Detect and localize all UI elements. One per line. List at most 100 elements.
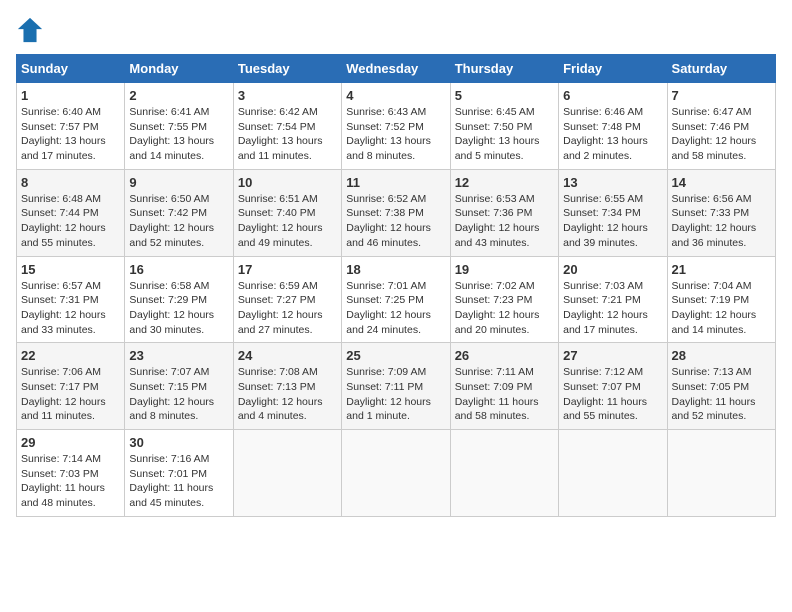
day-info: Sunrise: 7:01 AMSunset: 7:25 PMDaylight:… — [346, 279, 445, 338]
day-info: Sunrise: 6:42 AMSunset: 7:54 PMDaylight:… — [238, 105, 337, 164]
day-info: Sunrise: 7:16 AMSunset: 7:01 PMDaylight:… — [129, 452, 228, 511]
day-number: 27 — [563, 348, 662, 363]
calendar-cell: 17 Sunrise: 6:59 AMSunset: 7:27 PMDaylig… — [233, 256, 341, 343]
calendar-cell — [559, 430, 667, 517]
calendar-cell: 28 Sunrise: 7:13 AMSunset: 7:05 PMDaylig… — [667, 343, 775, 430]
calendar-cell: 14 Sunrise: 6:56 AMSunset: 7:33 PMDaylig… — [667, 169, 775, 256]
day-number: 15 — [21, 262, 120, 277]
day-info: Sunrise: 6:56 AMSunset: 7:33 PMDaylight:… — [672, 192, 771, 251]
calendar-cell: 2 Sunrise: 6:41 AMSunset: 7:55 PMDayligh… — [125, 83, 233, 170]
day-number: 21 — [672, 262, 771, 277]
day-number: 19 — [455, 262, 554, 277]
calendar-cell — [342, 430, 450, 517]
calendar-cell: 22 Sunrise: 7:06 AMSunset: 7:17 PMDaylig… — [17, 343, 125, 430]
calendar-cell: 25 Sunrise: 7:09 AMSunset: 7:11 PMDaylig… — [342, 343, 450, 430]
weekday-header: Tuesday — [233, 55, 341, 83]
day-info: Sunrise: 7:02 AMSunset: 7:23 PMDaylight:… — [455, 279, 554, 338]
day-info: Sunrise: 7:04 AMSunset: 7:19 PMDaylight:… — [672, 279, 771, 338]
day-number: 13 — [563, 175, 662, 190]
day-number: 24 — [238, 348, 337, 363]
day-number: 20 — [563, 262, 662, 277]
day-info: Sunrise: 7:13 AMSunset: 7:05 PMDaylight:… — [672, 365, 771, 424]
calendar-cell: 30 Sunrise: 7:16 AMSunset: 7:01 PMDaylig… — [125, 430, 233, 517]
calendar-cell — [667, 430, 775, 517]
logo-icon — [16, 16, 44, 44]
calendar-cell: 3 Sunrise: 6:42 AMSunset: 7:54 PMDayligh… — [233, 83, 341, 170]
calendar-cell: 1 Sunrise: 6:40 AMSunset: 7:57 PMDayligh… — [17, 83, 125, 170]
day-number: 18 — [346, 262, 445, 277]
calendar-week-row: 8 Sunrise: 6:48 AMSunset: 7:44 PMDayligh… — [17, 169, 776, 256]
day-info: Sunrise: 7:06 AMSunset: 7:17 PMDaylight:… — [21, 365, 120, 424]
day-info: Sunrise: 6:43 AMSunset: 7:52 PMDaylight:… — [346, 105, 445, 164]
weekday-header: Thursday — [450, 55, 558, 83]
calendar-cell — [233, 430, 341, 517]
calendar-cell: 7 Sunrise: 6:47 AMSunset: 7:46 PMDayligh… — [667, 83, 775, 170]
day-number: 5 — [455, 88, 554, 103]
day-number: 28 — [672, 348, 771, 363]
day-number: 10 — [238, 175, 337, 190]
day-info: Sunrise: 6:59 AMSunset: 7:27 PMDaylight:… — [238, 279, 337, 338]
day-info: Sunrise: 7:07 AMSunset: 7:15 PMDaylight:… — [129, 365, 228, 424]
day-info: Sunrise: 6:58 AMSunset: 7:29 PMDaylight:… — [129, 279, 228, 338]
day-number: 25 — [346, 348, 445, 363]
calendar-cell: 29 Sunrise: 7:14 AMSunset: 7:03 PMDaylig… — [17, 430, 125, 517]
calendar-table: SundayMondayTuesdayWednesdayThursdayFrid… — [16, 54, 776, 517]
day-number: 7 — [672, 88, 771, 103]
calendar-cell: 11 Sunrise: 6:52 AMSunset: 7:38 PMDaylig… — [342, 169, 450, 256]
calendar-cell: 9 Sunrise: 6:50 AMSunset: 7:42 PMDayligh… — [125, 169, 233, 256]
calendar-cell: 24 Sunrise: 7:08 AMSunset: 7:13 PMDaylig… — [233, 343, 341, 430]
calendar-cell: 8 Sunrise: 6:48 AMSunset: 7:44 PMDayligh… — [17, 169, 125, 256]
calendar-cell: 19 Sunrise: 7:02 AMSunset: 7:23 PMDaylig… — [450, 256, 558, 343]
calendar-week-row: 22 Sunrise: 7:06 AMSunset: 7:17 PMDaylig… — [17, 343, 776, 430]
day-number: 23 — [129, 348, 228, 363]
day-number: 6 — [563, 88, 662, 103]
day-number: 12 — [455, 175, 554, 190]
calendar-week-row: 1 Sunrise: 6:40 AMSunset: 7:57 PMDayligh… — [17, 83, 776, 170]
calendar-cell: 13 Sunrise: 6:55 AMSunset: 7:34 PMDaylig… — [559, 169, 667, 256]
day-number: 3 — [238, 88, 337, 103]
day-number: 22 — [21, 348, 120, 363]
calendar-week-row: 15 Sunrise: 6:57 AMSunset: 7:31 PMDaylig… — [17, 256, 776, 343]
calendar-cell: 21 Sunrise: 7:04 AMSunset: 7:19 PMDaylig… — [667, 256, 775, 343]
calendar-cell: 27 Sunrise: 7:12 AMSunset: 7:07 PMDaylig… — [559, 343, 667, 430]
day-info: Sunrise: 6:46 AMSunset: 7:48 PMDaylight:… — [563, 105, 662, 164]
day-number: 9 — [129, 175, 228, 190]
day-info: Sunrise: 6:48 AMSunset: 7:44 PMDaylight:… — [21, 192, 120, 251]
logo — [16, 16, 48, 44]
day-number: 4 — [346, 88, 445, 103]
day-info: Sunrise: 6:41 AMSunset: 7:55 PMDaylight:… — [129, 105, 228, 164]
calendar-cell: 18 Sunrise: 7:01 AMSunset: 7:25 PMDaylig… — [342, 256, 450, 343]
day-info: Sunrise: 6:50 AMSunset: 7:42 PMDaylight:… — [129, 192, 228, 251]
calendar-cell: 26 Sunrise: 7:11 AMSunset: 7:09 PMDaylig… — [450, 343, 558, 430]
day-info: Sunrise: 7:09 AMSunset: 7:11 PMDaylight:… — [346, 365, 445, 424]
day-number: 16 — [129, 262, 228, 277]
calendar-cell: 12 Sunrise: 6:53 AMSunset: 7:36 PMDaylig… — [450, 169, 558, 256]
calendar-cell: 23 Sunrise: 7:07 AMSunset: 7:15 PMDaylig… — [125, 343, 233, 430]
day-info: Sunrise: 7:11 AMSunset: 7:09 PMDaylight:… — [455, 365, 554, 424]
day-number: 17 — [238, 262, 337, 277]
calendar-header-row: SundayMondayTuesdayWednesdayThursdayFrid… — [17, 55, 776, 83]
day-info: Sunrise: 6:53 AMSunset: 7:36 PMDaylight:… — [455, 192, 554, 251]
day-number: 8 — [21, 175, 120, 190]
day-number: 11 — [346, 175, 445, 190]
day-number: 26 — [455, 348, 554, 363]
day-info: Sunrise: 7:08 AMSunset: 7:13 PMDaylight:… — [238, 365, 337, 424]
page-header — [16, 16, 776, 44]
weekday-header: Monday — [125, 55, 233, 83]
day-number: 1 — [21, 88, 120, 103]
day-number: 30 — [129, 435, 228, 450]
weekday-header: Friday — [559, 55, 667, 83]
calendar-cell: 16 Sunrise: 6:58 AMSunset: 7:29 PMDaylig… — [125, 256, 233, 343]
day-info: Sunrise: 6:57 AMSunset: 7:31 PMDaylight:… — [21, 279, 120, 338]
day-info: Sunrise: 7:12 AMSunset: 7:07 PMDaylight:… — [563, 365, 662, 424]
weekday-header: Saturday — [667, 55, 775, 83]
day-info: Sunrise: 6:47 AMSunset: 7:46 PMDaylight:… — [672, 105, 771, 164]
day-info: Sunrise: 6:52 AMSunset: 7:38 PMDaylight:… — [346, 192, 445, 251]
calendar-cell — [450, 430, 558, 517]
day-info: Sunrise: 6:51 AMSunset: 7:40 PMDaylight:… — [238, 192, 337, 251]
calendar-cell: 10 Sunrise: 6:51 AMSunset: 7:40 PMDaylig… — [233, 169, 341, 256]
weekday-header: Sunday — [17, 55, 125, 83]
day-number: 2 — [129, 88, 228, 103]
weekday-header: Wednesday — [342, 55, 450, 83]
day-info: Sunrise: 6:45 AMSunset: 7:50 PMDaylight:… — [455, 105, 554, 164]
